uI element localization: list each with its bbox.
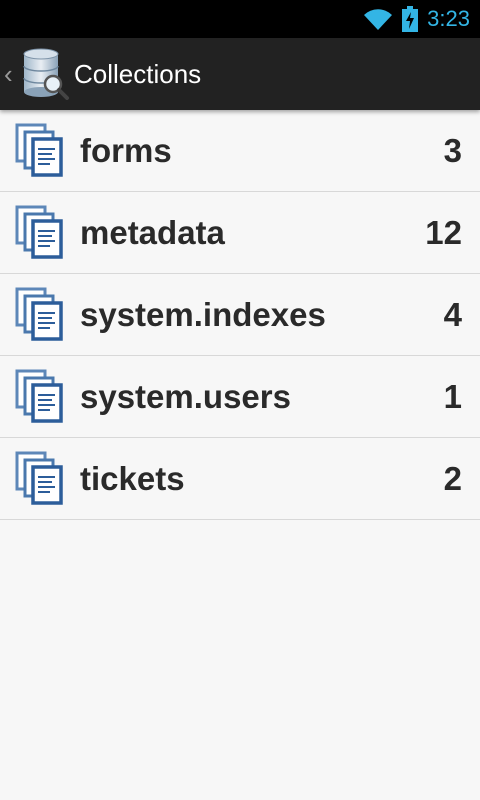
list-item[interactable]: tickets 2 [0, 438, 480, 520]
list-item[interactable]: system.indexes 4 [0, 274, 480, 356]
status-bar: 3:23 [0, 0, 480, 38]
collection-icon [15, 369, 63, 423]
collection-icon [15, 287, 63, 341]
chevron-left-icon[interactable]: ‹ [4, 60, 13, 88]
collection-count: 2 [443, 460, 462, 497]
collection-name: metadata [80, 214, 225, 251]
page-title: Collections [74, 59, 202, 89]
list-item[interactable]: metadata 12 [0, 192, 480, 274]
action-bar: ‹ Collections [0, 38, 480, 110]
database-search-icon[interactable] [20, 48, 70, 100]
collection-name: forms [80, 132, 172, 169]
collection-name: system.users [80, 378, 291, 415]
list-item[interactable]: forms 3 [0, 110, 480, 192]
collection-name: tickets [80, 460, 185, 497]
list-item[interactable]: system.users 1 [0, 356, 480, 438]
wifi-icon [364, 9, 393, 30]
collection-icon [15, 123, 63, 177]
collection-count: 1 [443, 378, 462, 415]
status-icons: 3:23 [363, 0, 470, 38]
collection-count: 12 [425, 214, 462, 251]
collection-icon [15, 205, 63, 259]
collection-count: 3 [443, 132, 462, 169]
collections-list: forms 3 metadata 12 system.indexes 4 sys… [0, 110, 480, 520]
status-time: 3:23 [427, 6, 470, 31]
collection-count: 4 [443, 296, 462, 333]
collection-icon [15, 451, 63, 505]
battery-charging-icon [402, 6, 419, 32]
collection-name: system.indexes [80, 296, 326, 333]
